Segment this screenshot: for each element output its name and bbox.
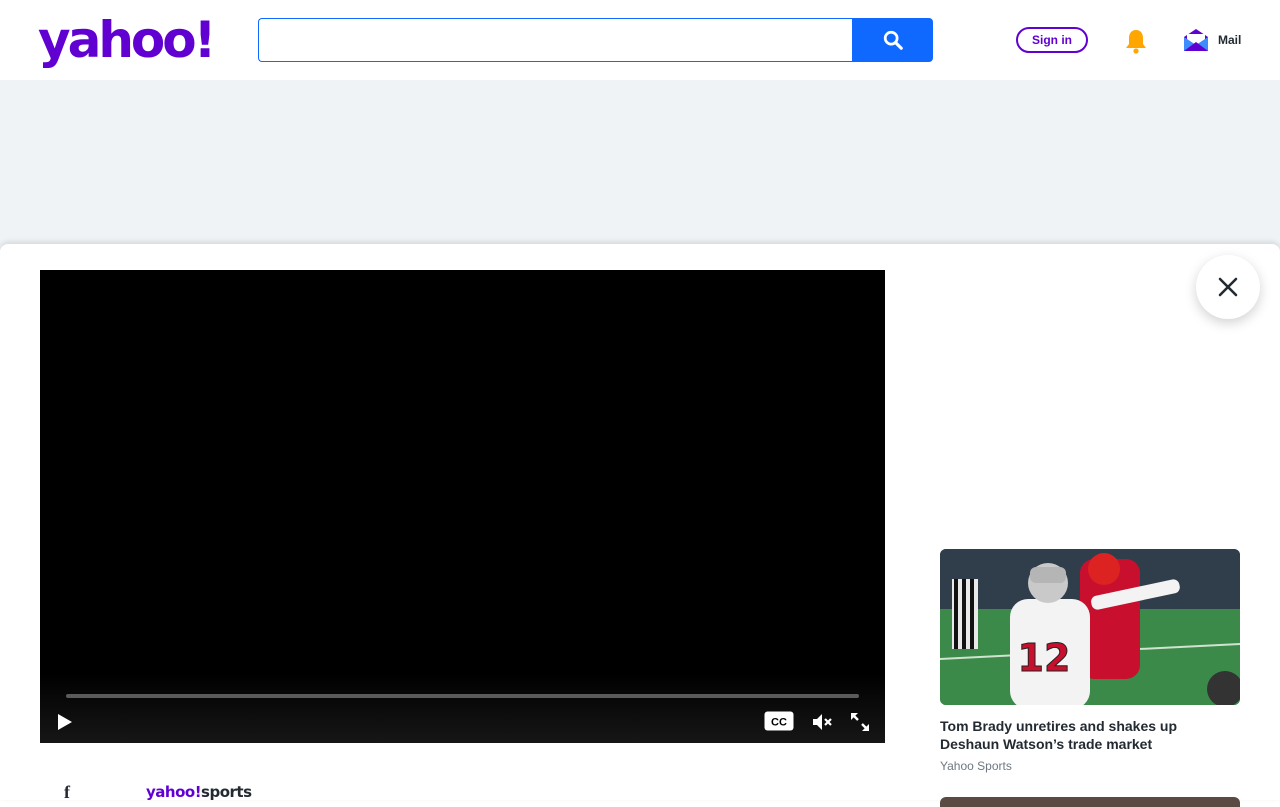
related-video-card[interactable]: 12 Tom Brady unretires and shakes up Des… — [940, 549, 1240, 773]
fullscreen-icon[interactable] — [848, 710, 872, 734]
related-video-title[interactable]: Tom Brady unretires and shakes up Deshau… — [940, 717, 1240, 753]
video-controls-gradient — [40, 673, 885, 743]
notifications-bell-icon[interactable] — [1122, 27, 1150, 55]
search-input[interactable] — [258, 18, 854, 62]
related-video-thumbnail[interactable]: 12 — [940, 549, 1240, 705]
brand-section-text: sports — [201, 783, 252, 801]
next-related-video-thumbnail[interactable] — [940, 797, 1240, 807]
search-button[interactable] — [852, 18, 933, 62]
mail-link[interactable]: Mail — [1218, 33, 1241, 47]
search-icon — [883, 30, 903, 50]
muted-speaker-icon[interactable] — [810, 710, 834, 734]
facebook-share-icon[interactable]: f — [64, 782, 80, 802]
close-icon — [1218, 277, 1238, 297]
ad-banner-area — [0, 80, 1280, 250]
search-bar — [258, 18, 933, 62]
play-icon[interactable] — [52, 710, 76, 734]
yahoo-sports-logo[interactable]: yahoo!sports — [146, 783, 252, 801]
mail-icon[interactable] — [1183, 28, 1209, 52]
top-header: yahoo! Sign in Mail — [0, 0, 1280, 80]
video-player[interactable]: CC — [40, 270, 885, 743]
sign-in-button[interactable]: Sign in — [1016, 27, 1088, 53]
related-video-source: Yahoo Sports — [940, 759, 1012, 773]
video-progress-bar[interactable] — [66, 694, 859, 698]
football-player-image: 12 — [940, 549, 1240, 705]
brand-yahoo-text: yahoo! — [146, 783, 202, 801]
yahoo-logo[interactable]: yahoo! — [38, 10, 216, 70]
jersey-number: 12 — [1018, 636, 1071, 680]
closed-captions-icon[interactable]: CC — [764, 711, 794, 731]
close-button[interactable] — [1196, 255, 1260, 319]
svg-text:CC: CC — [771, 717, 787, 729]
